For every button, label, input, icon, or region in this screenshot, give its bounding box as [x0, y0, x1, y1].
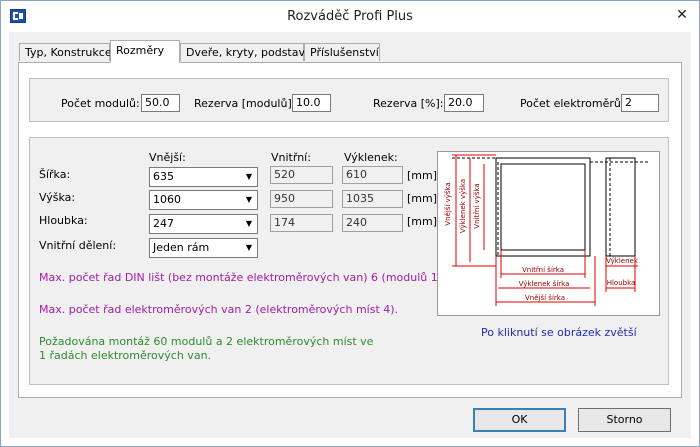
outer-depth-combo[interactable]: 247 ▼ [149, 214, 258, 234]
inner-width-value: 520 [270, 166, 333, 184]
dimensions-diagram[interactable]: Vnější výška Výklenek výška Vnitřní výšk… [437, 151, 660, 316]
din-rows-message: Max. počet řad DIN lišt (bez montáže ele… [39, 271, 460, 284]
outer-width-value: 635 [153, 170, 174, 183]
title-bar: Rozváděč Profi Plus ✕ [1, 1, 699, 32]
close-button[interactable]: ✕ [671, 6, 693, 26]
recess-depth-value: 240 [342, 214, 403, 232]
meter-count-input[interactable]: 2 [621, 94, 659, 112]
outer-column-header: Vnější: [149, 151, 186, 164]
reserve-modules-input[interactable]: 10.0 [292, 94, 331, 112]
inner-column-header: Vnitřní: [271, 151, 311, 164]
width-unit: [mm] [407, 169, 438, 182]
cancel-button[interactable]: Storno [578, 408, 671, 432]
window-frame-right [691, 32, 699, 446]
inner-height-caption: Vnitřní výška [473, 183, 481, 228]
meter-rows-message: Max. počet řad elektroměrových van 2 (el… [39, 303, 399, 316]
ok-button[interactable]: OK [473, 408, 566, 432]
module-count-label: Počet modulů: [61, 97, 140, 110]
tab-accessories[interactable]: Příslušenství [304, 43, 380, 61]
chevron-down-icon[interactable]: ▼ [241, 191, 257, 209]
depth-unit: [mm] [407, 215, 438, 228]
reserve-modules-label: Rezerva [modulů]: [194, 97, 296, 110]
height-unit: [mm] [407, 192, 438, 205]
module-count-input[interactable]: 50.0 [141, 94, 180, 112]
diagram-caption: Po kliknutí se obrázek zvětší [481, 326, 637, 339]
tab-doors-covers[interactable]: Dveře, kryty, podstavec [180, 43, 318, 61]
cabinet-drawing: Vnější výška Výklenek výška Vnitřní výšk… [444, 154, 648, 306]
outer-height-combo[interactable]: 1060 ▼ [149, 190, 258, 210]
outer-depth-value: 247 [153, 217, 174, 230]
reserve-percent-input[interactable]: 20.0 [444, 94, 484, 112]
required-mounting-message: Požadována montáž 60 modulů a 2 elektrom… [39, 335, 374, 362]
outer-height-caption: Vnější výška [444, 182, 452, 225]
recess-height-caption: Výklenek výška [459, 179, 467, 233]
recess-depth-caption: Výklenek [606, 257, 639, 265]
inner-division-value: Jeden rám [153, 241, 210, 254]
chevron-down-icon[interactable]: ▼ [241, 239, 257, 257]
dialog-window: Rozváděč Profi Plus ✕ Typ, Konstrukce Ro… [0, 0, 700, 447]
reserve-percent-label: Rezerva [%]: [373, 97, 444, 110]
recess-width-value: 610 [342, 166, 403, 184]
inner-division-label: Vnitřní dělení: [39, 239, 117, 252]
inner-width-caption: Vnitřní šírka [522, 266, 564, 274]
depth-label: Hloubka: [39, 214, 88, 227]
meter-count-label: Počet elektroměrů: [520, 97, 625, 110]
outer-width-combo[interactable]: 635 ▼ [149, 167, 258, 187]
inner-depth-value: 174 [270, 214, 333, 232]
window-frame-left [1, 32, 9, 446]
inner-height-value: 950 [270, 190, 333, 208]
depth-caption: Hloubka [607, 279, 636, 287]
width-label: Šířka: [39, 168, 71, 181]
tab-dimensions[interactable]: Rozměry [110, 40, 180, 63]
outer-width-caption: Vnější šírka [525, 294, 565, 302]
window-frame-bottom [1, 438, 699, 446]
recess-column-header: Výklenek: [344, 151, 398, 164]
tab-type-construction[interactable]: Typ, Konstrukce [19, 43, 112, 61]
recess-height-value: 1035 [342, 190, 403, 208]
outer-height-value: 1060 [153, 193, 181, 206]
chevron-down-icon[interactable]: ▼ [241, 168, 257, 186]
window-title: Rozváděč Profi Plus [287, 9, 413, 24]
chevron-down-icon[interactable]: ▼ [241, 215, 257, 233]
inner-division-combo[interactable]: Jeden rám ▼ [149, 238, 258, 258]
recess-width-caption: Výklenek šírka [519, 280, 570, 288]
height-label: Výška: [39, 191, 76, 204]
